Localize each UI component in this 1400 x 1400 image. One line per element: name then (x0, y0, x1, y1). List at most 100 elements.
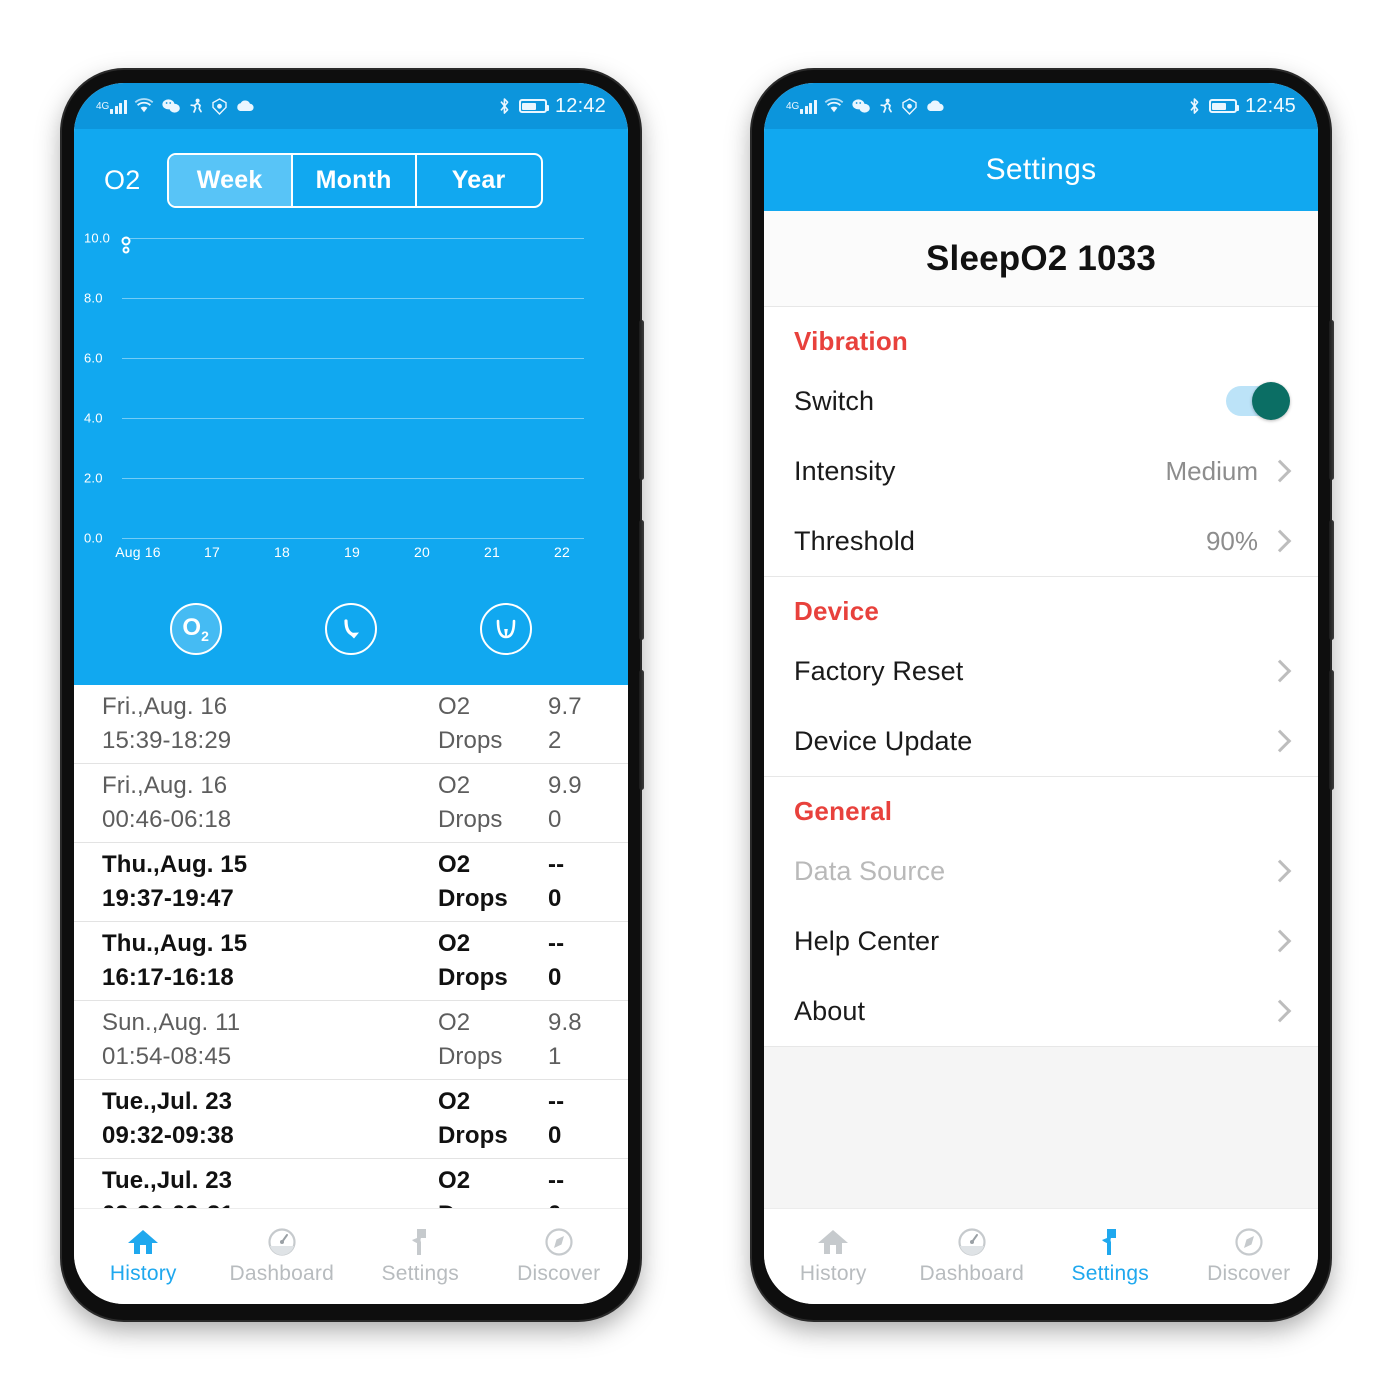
table-row[interactable]: Thu.,Aug. 15 16:17-16:18 O2 Drops -- 0 (74, 922, 628, 1001)
drop-arrow-icon[interactable] (324, 603, 377, 655)
tab-discover-label: Discover (1207, 1262, 1291, 1285)
vibration-switch-toggle[interactable] (1226, 382, 1290, 420)
tab-dashboard-label: Dashboard (919, 1262, 1025, 1285)
tab-settings[interactable]: Settings (351, 1227, 490, 1286)
volume-down-button[interactable] (1329, 670, 1334, 790)
running-icon (878, 98, 894, 114)
settings-row-device-update[interactable]: Device Update (764, 706, 1318, 776)
battery-icon (1208, 99, 1239, 113)
settings-row-help-center[interactable]: Help Center (764, 906, 1318, 976)
segment-year[interactable]: Year (417, 155, 541, 206)
settings-row-switch[interactable]: Switch (764, 366, 1318, 436)
row-time: 15:39-18:29 (102, 727, 232, 754)
segment-month[interactable]: Month (293, 155, 417, 206)
gridline-10 (122, 238, 584, 239)
settings-row-data-source[interactable]: Data Source (764, 836, 1318, 906)
table-row[interactable]: Fri.,Aug. 16 15:39-18:29 O2 Drops 9.7 2 (74, 685, 628, 764)
row-datetime: Sun.,Aug. 11 01:54-08:45 (102, 1009, 240, 1071)
table-row[interactable]: Fri.,Aug. 16 00:46-06:18 O2 Drops 9.9 0 (74, 764, 628, 843)
dip-v-icon[interactable] (480, 603, 533, 655)
xtick-19: 19 (344, 544, 360, 560)
gridline-8 (122, 298, 584, 299)
gridline-6 (122, 358, 584, 359)
status-icons-right: 12:45 (1188, 95, 1296, 118)
tab-dashboard[interactable]: Dashboard (903, 1227, 1042, 1286)
row-metric1-value: -- (548, 1088, 565, 1115)
history-list[interactable]: Fri.,Aug. 16 15:39-18:29 O2 Drops 9.7 2 (74, 685, 628, 1208)
row-metric1-label: O2 (438, 1009, 471, 1036)
row-metric2-label: Drops (438, 727, 503, 754)
home-icon (126, 1227, 160, 1257)
battery-icon (518, 99, 549, 113)
section-heading-label: Device (794, 596, 880, 626)
row-metric2-label: Drops (438, 964, 508, 991)
row-metric2-value: 0 (548, 1122, 562, 1149)
o2-icon[interactable]: O2 (169, 603, 222, 655)
table-row[interactable]: Tue.,Jul. 23 09:30-09:31 O2 Drops -- 0 (74, 1159, 628, 1208)
chevron-right-icon (1268, 729, 1292, 753)
device-name-header: SleepO2 1033 (764, 211, 1318, 307)
phone-right: 4G 12:45 Settings SleepO2 1033 Vibration… (752, 70, 1334, 1320)
xtick-18: 18 (274, 544, 290, 560)
row-metric1-label: O2 (438, 851, 471, 878)
network-type-label: 4G (96, 100, 110, 112)
table-row[interactable]: Sun.,Aug. 11 01:54-08:45 O2 Drops 9.8 1 (74, 1001, 628, 1080)
volume-down-button[interactable] (639, 670, 644, 790)
bluetooth-icon (1188, 97, 1201, 115)
threshold-value: 90% (1205, 525, 1258, 556)
power-button[interactable] (1329, 320, 1334, 480)
settings-row-label: Switch (794, 385, 875, 416)
status-bar-left: 4G 12:42 (74, 83, 628, 129)
range-segmented-control[interactable]: Week Month Year (166, 153, 543, 208)
gridline-4 (122, 418, 584, 419)
row-metric1-label: O2 (438, 693, 471, 720)
volume-up-button[interactable] (639, 520, 644, 640)
row-date: Tue.,Jul. 23 (102, 1088, 233, 1115)
tab-settings-label: Settings (381, 1262, 459, 1285)
tab-dashboard[interactable]: Dashboard (213, 1227, 352, 1286)
row-date: Sun.,Aug. 11 (102, 1009, 241, 1036)
row-metrics: O2 Drops -- 0 (438, 930, 594, 992)
settings-row-threshold[interactable]: Threshold 90% (764, 506, 1318, 576)
power-button[interactable] (639, 320, 644, 480)
toggle-knob (1252, 382, 1290, 420)
segment-week[interactable]: Week (168, 155, 293, 206)
chevron-right-icon (1268, 459, 1292, 483)
status-icons-right: 12:42 (498, 95, 606, 118)
phone-left: 4G 12:42 O2 Week Month Year 10.0 8.0 6.0… (62, 70, 644, 1320)
status-bar-clock: 12:42 (554, 94, 606, 117)
settings-row-factory-reset[interactable]: Factory Reset (764, 636, 1318, 706)
cloud-icon (235, 99, 255, 113)
bluetooth-icon (498, 97, 511, 115)
ytick-0: 0.0 (84, 530, 103, 546)
ytick-8: 8.0 (84, 290, 103, 306)
tab-discover[interactable]: Discover (490, 1227, 629, 1286)
running-icon (188, 98, 204, 114)
settings-row-control (1268, 929, 1292, 953)
tab-history[interactable]: History (74, 1227, 213, 1286)
row-metric2-value: 0 (548, 885, 562, 912)
section-heading-general: General (764, 777, 1318, 836)
settings-row-label: Device Update (794, 725, 973, 756)
screenshot-stage: 4G 12:42 O2 Week Month Year 10.0 8.0 6.0… (0, 0, 1400, 1400)
o2-chart-panel: O2 Week Month Year 10.0 8.0 6.0 4.0 2.0 … (74, 129, 628, 685)
row-metric2-value: 0 (548, 1201, 594, 1208)
row-date: Thu.,Aug. 15 (102, 930, 248, 957)
screen-history: 4G 12:42 O2 Week Month Year 10.0 8.0 6.0… (74, 83, 628, 1304)
volume-up-button[interactable] (1329, 520, 1334, 640)
ytick-4: 4.0 (84, 410, 103, 426)
table-row[interactable]: Thu.,Aug. 15 19:37-19:47 O2 Drops -- 0 (74, 843, 628, 922)
row-datetime: Fri.,Aug. 16 00:46-06:18 (102, 772, 231, 834)
settings-row-intensity[interactable]: Intensity Medium (764, 436, 1318, 506)
settings-row-about[interactable]: About (764, 976, 1318, 1046)
row-metric2-label: Drops (438, 1201, 530, 1208)
tab-history[interactable]: History (764, 1227, 903, 1286)
sensor-icon (405, 1227, 435, 1257)
metric-selector-row: O2 (74, 603, 628, 655)
row-metric1-label: O2 (438, 1088, 471, 1115)
row-metric1-value: -- (548, 930, 565, 957)
row-datetime: Fri.,Aug. 16 15:39-18:29 (102, 693, 231, 755)
tab-discover[interactable]: Discover (1180, 1227, 1319, 1286)
tab-settings[interactable]: Settings (1041, 1227, 1180, 1286)
table-row[interactable]: Tue.,Jul. 23 09:32-09:38 O2 Drops -- 0 (74, 1080, 628, 1159)
